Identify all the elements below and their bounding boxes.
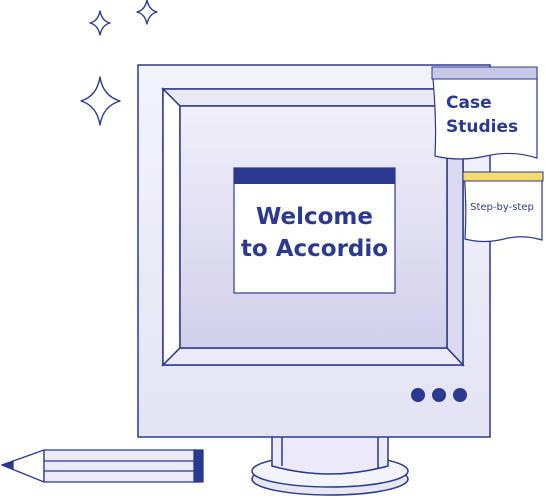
step-by-step-label: Step-by-step	[470, 202, 534, 213]
welcome-title-line1: Welcome	[256, 204, 373, 230]
illustration: Welcome to Accordio Case Studies Step-by…	[1, 0, 544, 496]
sticky-note-case-studies: Case Studies	[431, 66, 538, 160]
sparkle-icon	[89, 10, 111, 36]
case-studies-line1: Case	[446, 93, 492, 113]
monitor-stand	[251, 435, 409, 496]
window-titlebar	[234, 168, 395, 184]
sparkle-icon	[80, 76, 121, 126]
welcome-window: Welcome to Accordio	[233, 167, 396, 294]
sticky-note-step-by-step: Step-by-step	[462, 171, 544, 243]
sparkle-icon	[136, 0, 158, 25]
dots-icon	[411, 388, 467, 402]
welcome-title-line2: to Accordio	[241, 236, 388, 262]
case-studies-line2: Studies	[446, 117, 518, 137]
pencil-icon	[1, 449, 204, 483]
